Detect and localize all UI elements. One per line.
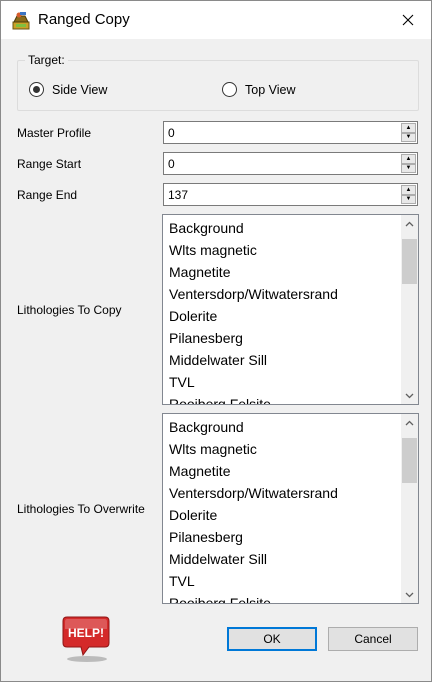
vertical-scrollbar[interactable] bbox=[401, 414, 418, 603]
scroll-down-button[interactable] bbox=[401, 387, 418, 404]
list-item[interactable]: Wlts magnetic bbox=[169, 239, 418, 261]
side-view-radio[interactable]: Side View bbox=[29, 82, 107, 97]
scroll-up-button[interactable] bbox=[401, 215, 418, 232]
list-item[interactable]: Dolerite bbox=[169, 504, 418, 526]
radio-circle bbox=[29, 82, 44, 97]
target-group-title: Target: bbox=[25, 53, 68, 67]
list-item[interactable]: Background bbox=[169, 416, 418, 438]
list-item[interactable]: Ventersdorp/Witwatersrand bbox=[169, 482, 418, 504]
list-item[interactable]: Pilanesberg bbox=[169, 327, 418, 349]
master-profile-value[interactable]: 0 bbox=[168, 126, 175, 140]
spin-down-button[interactable]: ▼ bbox=[401, 132, 416, 142]
list-item[interactable]: Middelwater Sill bbox=[169, 349, 418, 371]
chevron-down-icon bbox=[405, 393, 414, 398]
lithologies-copy-list[interactable]: Background Wlts magnetic Magnetite Vente… bbox=[162, 214, 419, 405]
spin-down-button[interactable]: ▼ bbox=[401, 194, 416, 204]
top-view-radio[interactable]: Top View bbox=[222, 82, 296, 97]
lithologies-overwrite-list[interactable]: Background Wlts magnetic Magnetite Vente… bbox=[162, 413, 419, 604]
help-button[interactable]: HELP! bbox=[59, 613, 111, 663]
spin-up-button[interactable]: ▲ bbox=[401, 123, 416, 133]
chevron-up-icon bbox=[405, 420, 414, 425]
list-item[interactable]: Wlts magnetic bbox=[169, 438, 418, 460]
title-bar: Ranged Copy bbox=[1, 1, 431, 39]
range-end-spinbox[interactable]: 137 ▲ ▼ bbox=[163, 183, 418, 206]
scroll-thumb[interactable] bbox=[402, 239, 417, 284]
range-start-spinbox[interactable]: 0 ▲ ▼ bbox=[163, 152, 418, 175]
list-item[interactable]: Magnetite bbox=[169, 261, 418, 283]
scroll-thumb[interactable] bbox=[402, 438, 417, 483]
window-title: Ranged Copy bbox=[38, 11, 130, 28]
list-item[interactable]: Background bbox=[169, 217, 418, 239]
list-item[interactable]: Rooiberg Felsite bbox=[169, 393, 418, 404]
range-end-label: Range End bbox=[17, 188, 78, 202]
list-item[interactable]: Ventersdorp/Witwatersrand bbox=[169, 283, 418, 305]
top-view-label: Top View bbox=[245, 82, 296, 97]
vertical-scrollbar[interactable] bbox=[401, 215, 418, 404]
help-label: HELP! bbox=[68, 626, 104, 640]
help-icon: HELP! bbox=[62, 616, 110, 662]
lithologies-overwrite-label: Lithologies To Overwrite bbox=[17, 502, 145, 516]
list-item[interactable]: Middelwater Sill bbox=[169, 548, 418, 570]
app-icon bbox=[11, 11, 31, 31]
range-start-label: Range Start bbox=[17, 157, 82, 171]
ok-button[interactable]: OK bbox=[227, 627, 317, 651]
range-end-value[interactable]: 137 bbox=[168, 188, 188, 202]
lithologies-copy-label: Lithologies To Copy bbox=[17, 303, 122, 317]
master-profile-label: Master Profile bbox=[17, 126, 92, 140]
list-item[interactable]: TVL bbox=[169, 371, 418, 393]
chevron-down-icon bbox=[405, 592, 414, 597]
ranged-copy-dialog: Ranged Copy Target: Side View Top View M… bbox=[0, 0, 432, 682]
close-icon bbox=[402, 14, 414, 26]
cancel-button[interactable]: Cancel bbox=[328, 627, 418, 651]
chevron-up-icon bbox=[405, 221, 414, 226]
list-item[interactable]: Pilanesberg bbox=[169, 526, 418, 548]
list-item[interactable]: Rooiberg Felsite bbox=[169, 592, 418, 603]
side-view-label: Side View bbox=[52, 82, 108, 97]
close-button[interactable] bbox=[385, 1, 431, 39]
spin-down-button[interactable]: ▼ bbox=[401, 163, 416, 173]
scroll-up-button[interactable] bbox=[401, 414, 418, 431]
list-item[interactable]: TVL bbox=[169, 570, 418, 592]
radio-circle bbox=[222, 82, 237, 97]
list-item[interactable]: Dolerite bbox=[169, 305, 418, 327]
radio-dot bbox=[33, 86, 40, 93]
spin-up-button[interactable]: ▲ bbox=[401, 154, 416, 164]
list-item[interactable]: Magnetite bbox=[169, 460, 418, 482]
range-start-value[interactable]: 0 bbox=[168, 157, 175, 171]
spin-up-button[interactable]: ▲ bbox=[401, 185, 416, 195]
scroll-down-button[interactable] bbox=[401, 586, 418, 603]
master-profile-spinbox[interactable]: 0 ▲ ▼ bbox=[163, 121, 418, 144]
